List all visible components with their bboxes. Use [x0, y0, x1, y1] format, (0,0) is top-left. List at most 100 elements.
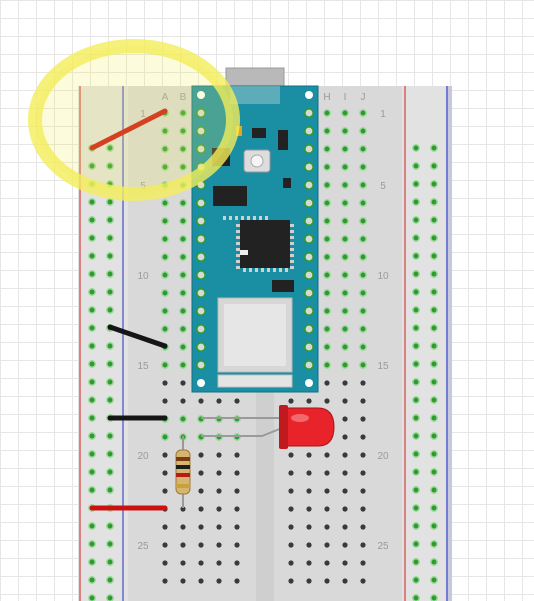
breadboard-hole — [430, 450, 438, 458]
breadboard-hole — [342, 578, 348, 584]
power-rail-right — [402, 86, 452, 601]
breadboard-hole — [342, 434, 348, 440]
breadboard-hole — [430, 486, 438, 494]
mcu-pin — [290, 248, 294, 251]
small-chip-top — [252, 128, 266, 138]
breadboard-hole — [360, 578, 366, 584]
mcu-pin — [243, 268, 246, 272]
breadboard-hole — [306, 506, 312, 512]
breadboard-hole — [412, 360, 420, 368]
nano-header-pin — [196, 287, 207, 298]
mcu-pin — [290, 224, 294, 227]
grid-canvas: A B C G H I J 1 5 10 15 20 25 1 5 10 15 … — [0, 0, 534, 601]
breadboard-hole — [342, 470, 348, 476]
breadboard-hole — [106, 558, 114, 566]
breadboard-hole — [412, 288, 420, 296]
breadboard-hole — [341, 163, 349, 171]
breadboard-hole — [341, 109, 349, 117]
breadboard-hole — [106, 378, 114, 386]
breadboard-hole — [234, 398, 240, 404]
breadboard-hole — [359, 325, 367, 333]
breadboard-hole — [106, 234, 114, 242]
breadboard-hole — [342, 398, 348, 404]
breadboard-hole — [430, 432, 438, 440]
breadboard-hole — [359, 307, 367, 315]
breadboard-hole — [106, 198, 114, 206]
nano-header-pin — [303, 234, 314, 245]
breadboard-hole — [412, 198, 420, 206]
led-highlight — [291, 414, 309, 422]
row-label-right-25: 25 — [377, 541, 389, 552]
mcu-pin — [253, 216, 256, 220]
breadboard-hole — [359, 109, 367, 117]
breadboard-hole — [412, 180, 420, 188]
breadboard-hole — [88, 594, 96, 601]
breadboard-hole — [430, 576, 438, 584]
highlight-ring — [28, 39, 240, 201]
breadboard-hole — [288, 506, 294, 512]
breadboard-hole — [412, 450, 420, 458]
breadboard-hole — [216, 542, 222, 548]
breadboard-hole — [180, 524, 186, 530]
breadboard-hole — [360, 488, 366, 494]
nano-header-pin — [196, 234, 207, 245]
breadboard-hole — [430, 324, 438, 332]
breadboard-hole — [324, 470, 330, 476]
breadboard-hole — [342, 452, 348, 458]
breadboard-hole — [430, 468, 438, 476]
breadboard-hole — [216, 560, 222, 566]
breadboard-hole — [323, 163, 331, 171]
breadboard-hole — [161, 433, 169, 441]
breadboard-hole — [216, 470, 222, 476]
breadboard-hole — [198, 506, 204, 512]
reset-button-cap — [250, 154, 264, 168]
breadboard-hole — [234, 488, 240, 494]
breadboard-hole — [88, 468, 96, 476]
breadboard-hole — [324, 488, 330, 494]
breadboard-hole — [180, 380, 186, 386]
breadboard-hole — [162, 542, 168, 548]
breadboard-hole — [88, 558, 96, 566]
breadboard-hole — [360, 452, 366, 458]
breadboard-hole — [162, 524, 168, 530]
breadboard-hole — [288, 524, 294, 530]
breadboard-hole — [359, 289, 367, 297]
breadboard-hole — [288, 560, 294, 566]
breadboard-hole — [342, 524, 348, 530]
breadboard-hole — [88, 216, 96, 224]
nano-header-pin — [303, 162, 314, 173]
breadboard-hole — [88, 450, 96, 458]
breadboard-hole — [360, 470, 366, 476]
breadboard-hole — [412, 306, 420, 314]
breadboard-hole — [324, 560, 330, 566]
breadboard-hole — [306, 398, 312, 404]
breadboard-hole — [179, 307, 187, 315]
breadboard-hole — [360, 506, 366, 512]
breadboard-hole — [216, 524, 222, 530]
mcu-pin — [241, 216, 244, 220]
nano-header-pin — [303, 323, 314, 334]
breadboard-hole — [106, 468, 114, 476]
breadboard-hole — [198, 452, 204, 458]
breadboard-hole — [162, 560, 168, 566]
row-label-right-20: 20 — [377, 451, 389, 462]
breadboard-hole — [359, 181, 367, 189]
breadboard-hole — [323, 181, 331, 189]
nano-header-pin — [303, 216, 314, 227]
mcu-pin — [236, 248, 240, 251]
row-label-right-5: 5 — [380, 181, 386, 192]
wifi-module-shield — [224, 304, 286, 366]
breadboard-hole — [324, 506, 330, 512]
breadboard-hole — [359, 271, 367, 279]
mcu-pin — [229, 216, 232, 220]
breadboard-hole — [342, 416, 348, 422]
breadboard-hole — [106, 216, 114, 224]
breadboard-hole — [323, 343, 331, 351]
breadboard-hole — [162, 578, 168, 584]
breadboard-hole — [360, 416, 366, 422]
nano-header-pin — [196, 359, 207, 370]
breadboard-hole — [288, 452, 294, 458]
column-label-j: J — [361, 92, 366, 103]
breadboard-hole — [161, 199, 169, 207]
breadboard-hole — [161, 325, 169, 333]
